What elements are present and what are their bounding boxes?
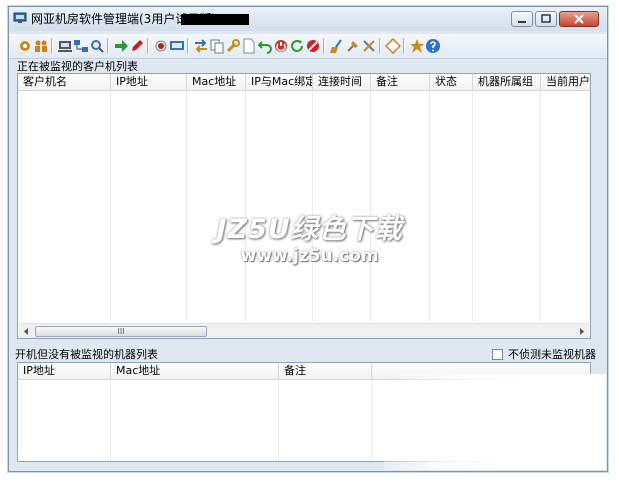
toolbar-separator <box>147 38 149 54</box>
column-header[interactable]: IP地址 <box>111 74 187 91</box>
column-divider <box>312 91 313 322</box>
search-icon[interactable] <box>89 38 105 54</box>
gear-icon[interactable] <box>17 38 33 54</box>
column-header[interactable]: 连接时间 <box>313 74 371 91</box>
maximize-icon <box>541 14 551 23</box>
column-divider <box>110 91 111 322</box>
network-icon[interactable] <box>73 38 89 54</box>
monitored-client-list[interactable]: 客户机名 IP地址 Mac地址 IP与Mac绑定 连接时间 备注 状态 机器所属组 当前用户 II… <box>17 73 591 339</box>
scroll-left-icon[interactable] <box>19 324 34 339</box>
column-divider <box>371 380 372 461</box>
close-icon <box>574 14 584 24</box>
pencil-icon[interactable] <box>129 38 145 54</box>
toolbar-separator <box>403 38 405 54</box>
column-header[interactable]: 备注 <box>371 74 430 91</box>
column-header[interactable]: 当前用户 <box>541 74 590 91</box>
app-icon <box>13 12 27 23</box>
transfer-icon[interactable] <box>193 38 209 54</box>
blurred-corner <box>384 374 606 470</box>
list-body[interactable] <box>18 91 590 322</box>
no-detect-checkbox-label[interactable]: 不侦测未监视机器 <box>508 348 596 361</box>
column-divider <box>540 91 541 322</box>
scroll-right-icon[interactable] <box>574 324 589 339</box>
toolbar-separator <box>379 38 381 54</box>
help-icon[interactable] <box>425 38 441 54</box>
minimize-button[interactable] <box>511 11 533 27</box>
monitor-icon[interactable] <box>169 38 185 54</box>
column-header[interactable]: Mac地址 <box>111 363 279 380</box>
column-divider <box>429 91 430 322</box>
column-divider <box>110 380 111 461</box>
document-icon[interactable] <box>241 38 257 54</box>
close-button[interactable] <box>559 11 599 27</box>
column-header[interactable]: 备注 <box>279 363 372 380</box>
monitored-list-label: 正在被监视的客户机列表 <box>17 60 138 73</box>
column-divider <box>245 91 246 322</box>
toolbar-separator <box>107 38 109 54</box>
column-divider <box>370 91 371 322</box>
pin-icon[interactable] <box>345 38 361 54</box>
toolbar <box>9 34 607 59</box>
column-divider <box>472 91 473 322</box>
broom-icon[interactable] <box>329 38 345 54</box>
toolbar-separator <box>187 38 189 54</box>
wrench-icon[interactable] <box>225 38 241 54</box>
power-icon[interactable] <box>273 38 289 54</box>
column-divider <box>186 91 187 322</box>
title-bar[interactable]: 网亚机房软件管理端(3用户试用版) <box>9 7 607 31</box>
diamond-icon[interactable] <box>385 38 401 54</box>
redacted-title-block <box>181 14 249 25</box>
unmonitored-list-label: 开机但没有被监视的机器列表 <box>15 348 158 361</box>
maximize-button[interactable] <box>535 11 557 27</box>
column-divider <box>278 380 279 461</box>
record-icon[interactable] <box>153 38 169 54</box>
stop-icon[interactable] <box>305 38 321 54</box>
refresh-icon[interactable] <box>289 38 305 54</box>
toolbar-separator <box>51 38 53 54</box>
star-icon[interactable] <box>409 38 425 54</box>
users-icon[interactable] <box>33 38 49 54</box>
scrollbar-thumb[interactable]: III <box>35 326 207 337</box>
column-header[interactable]: IP与Mac绑定 <box>246 74 313 91</box>
undo-icon[interactable] <box>257 38 273 54</box>
toolbar-separator <box>323 38 325 54</box>
horizontal-scrollbar[interactable]: III <box>19 323 589 339</box>
arrow-right-icon[interactable] <box>113 38 129 54</box>
tools-icon[interactable] <box>361 38 377 54</box>
column-header[interactable]: 机器所属组 <box>473 74 541 91</box>
computer-icon[interactable] <box>57 38 73 54</box>
no-detect-checkbox[interactable] <box>492 349 503 360</box>
column-header[interactable]: Mac地址 <box>187 74 246 91</box>
column-header[interactable]: 状态 <box>430 74 473 91</box>
copy-icon[interactable] <box>209 38 225 54</box>
column-header[interactable]: IP地址 <box>18 363 111 380</box>
column-header[interactable]: 客户机名 <box>18 74 111 91</box>
minimize-icon <box>518 21 526 23</box>
